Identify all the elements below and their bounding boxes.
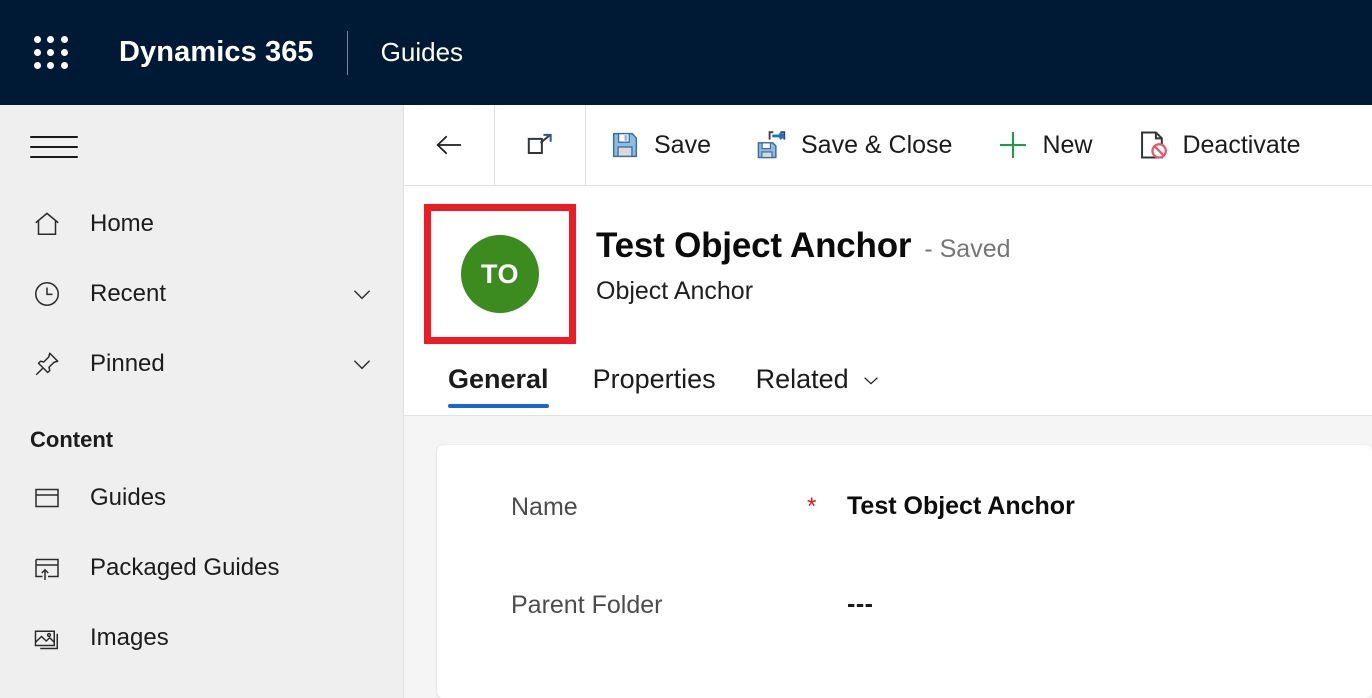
deactivate-label: Deactivate (1182, 130, 1301, 159)
app-launcher-grid-icon[interactable] (28, 30, 74, 76)
body-region: Home Recent Pinned Content Guides Packag… (0, 105, 1372, 698)
sidebar-item-pinned[interactable]: Pinned (0, 329, 403, 399)
back-arrow-icon (432, 128, 466, 162)
new-label: New (1042, 130, 1093, 159)
tab-label: Related (755, 364, 849, 394)
form-tab-list: General Properties Related (404, 344, 1372, 416)
name-field-value[interactable]: Test Object Anchor (847, 491, 1075, 521)
open-in-new-window-button[interactable] (495, 105, 585, 185)
sidebar-item-packaged-guides[interactable]: Packaged Guides (0, 533, 403, 603)
app-window: Dynamics 365 Guides Home Recent Pinned C… (0, 0, 1372, 698)
save-status-label: - Saved (924, 235, 1011, 263)
window-icon (30, 481, 64, 515)
required-asterisk (807, 589, 847, 593)
new-button[interactable]: New (974, 105, 1114, 185)
record-header-top: TO Test Object Anchor - Saved Object Anc… (404, 204, 1372, 344)
save-label: Save (654, 130, 711, 159)
save-and-close-icon (755, 128, 789, 162)
brand-divider (346, 30, 348, 75)
field-row-parent-folder: Parent Folder --- (437, 589, 1372, 687)
hamburger-menu-icon[interactable] (30, 127, 78, 167)
field-label: Parent Folder (511, 591, 663, 619)
avatar-highlight-box: TO (424, 204, 576, 344)
sidebar-item-images[interactable]: Images (0, 603, 403, 673)
field-label: Name (511, 493, 578, 521)
sidebar-item-label: Pinned (90, 350, 165, 377)
deactivate-button[interactable]: Deactivate (1114, 105, 1322, 185)
avatar[interactable]: TO (461, 235, 539, 313)
parent-folder-field-value[interactable]: --- (847, 589, 873, 619)
open-in-new-window-icon (523, 128, 557, 162)
chevron-down-icon[interactable] (349, 281, 375, 307)
clock-icon (30, 277, 64, 311)
record-type-label: Object Anchor (596, 277, 754, 305)
tab-label: General (448, 364, 549, 394)
save-and-close-button[interactable]: Save & Close (733, 105, 974, 185)
save-and-close-label: Save & Close (800, 130, 953, 159)
back-button[interactable] (404, 105, 494, 185)
window-upload-icon (30, 551, 64, 585)
sidebar-item-label: Guides (90, 484, 167, 511)
tab-general[interactable]: General (448, 344, 573, 415)
deactivate-document-icon (1136, 128, 1170, 162)
form-canvas: Name * Test Object Anchor Parent Folder … (404, 416, 1372, 698)
record-header: TO Test Object Anchor - Saved Object Anc… (404, 186, 1372, 416)
main-content-area: Save Save & Close New Deactivate TO Test… (404, 105, 1372, 698)
home-icon (30, 207, 64, 241)
app-name-label[interactable]: Guides (381, 37, 463, 68)
command-bar: Save Save & Close New Deactivate (404, 105, 1372, 186)
tab-properties[interactable]: Properties (573, 344, 736, 415)
images-icon (30, 621, 64, 655)
record-title-line: Test Object Anchor - Saved (596, 226, 1011, 266)
tab-label: Properties (592, 364, 716, 394)
sidebar-item-label: Recent (90, 280, 167, 307)
general-form-card: Name * Test Object Anchor Parent Folder … (437, 445, 1372, 698)
required-asterisk: * (807, 493, 817, 520)
sidebar-section-title: Content (30, 427, 114, 452)
field-row-name: Name * Test Object Anchor (437, 491, 1372, 589)
save-floppy-icon (608, 128, 642, 162)
chevron-down-icon[interactable] (349, 351, 375, 377)
sidebar-item-label: Home (90, 210, 155, 237)
brand-title[interactable]: Dynamics 365 (119, 36, 314, 69)
sidebar-item-home[interactable]: Home (0, 189, 403, 259)
top-navigation-bar: Dynamics 365 Guides (0, 0, 1372, 105)
page-title: Test Object Anchor (596, 226, 912, 265)
sidebar-item-label: Packaged Guides (90, 554, 280, 581)
plus-icon (996, 128, 1030, 162)
site-map-sidebar: Home Recent Pinned Content Guides Packag… (0, 105, 404, 698)
record-title-block: Test Object Anchor - Saved Object Anchor (576, 204, 1011, 306)
sidebar-item-guides[interactable]: Guides (0, 463, 403, 533)
chevron-down-icon[interactable] (860, 369, 882, 391)
sidebar-item-recent[interactable]: Recent (0, 259, 403, 329)
sidebar-item-label: Images (90, 624, 169, 651)
save-button[interactable]: Save (586, 105, 733, 185)
tab-related[interactable]: Related (736, 344, 902, 415)
pin-icon (30, 347, 64, 381)
